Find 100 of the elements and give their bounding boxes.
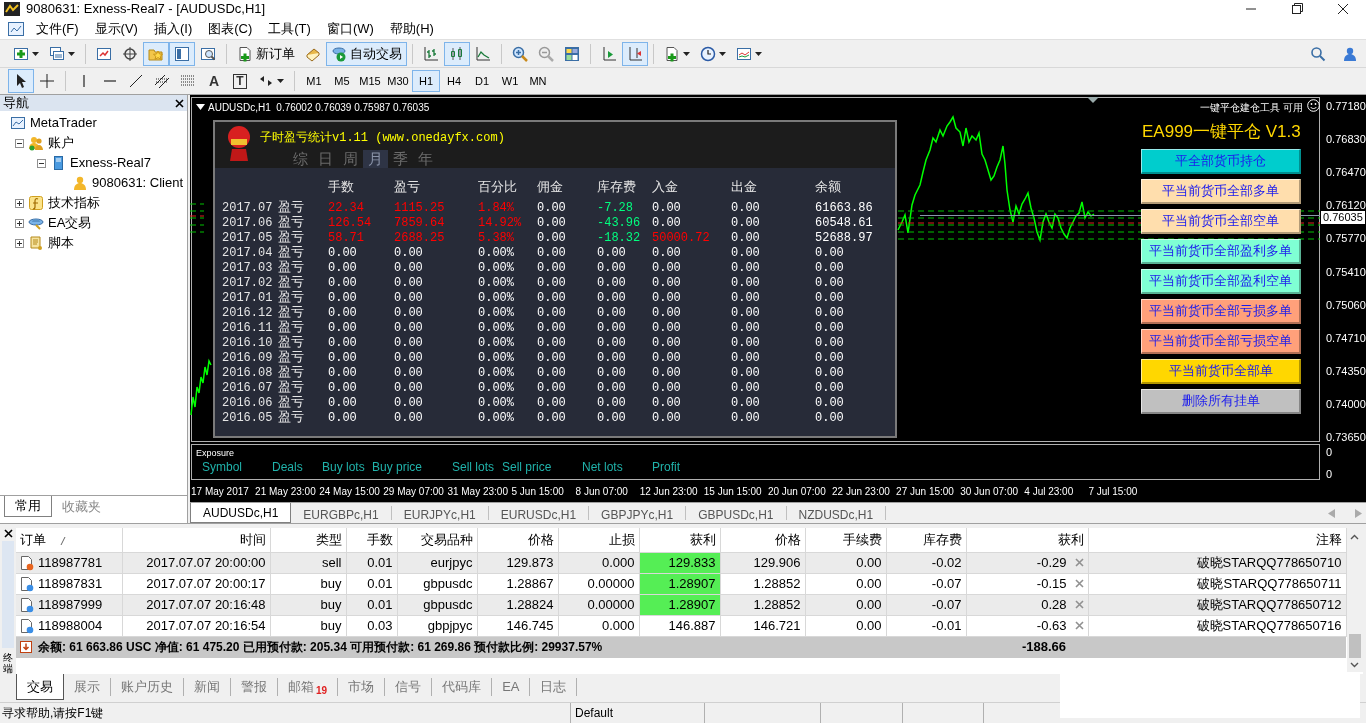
action-button[interactable]: 平当前货币全部亏损空单 xyxy=(1141,329,1301,354)
chart-tab[interactable]: EURUSDc,H1 xyxy=(488,506,590,520)
panel-tab[interactable]: 常用 xyxy=(4,496,52,517)
panel-tab[interactable]: 收藏夹 xyxy=(52,496,111,517)
table-row[interactable]: 118987831 2017.07.07 20:00:17 buy 0.01 gbpusdc 1.28867 0.00000 1.28907 1.28852 0.00 -0.07 -0.15 破晓STARQQ778650711 xyxy=(16,573,1346,594)
chart-tab[interactable]: EURGBPc,H1 xyxy=(291,506,392,520)
collapse-icon[interactable] xyxy=(15,138,24,148)
table-cell-text: 0.00% xyxy=(478,349,514,367)
time-label: 30 Jun 07:00 xyxy=(960,485,1018,499)
tree-item[interactable]: 账户 xyxy=(48,133,74,153)
menu-item[interactable]: 工具(T) xyxy=(260,18,319,39)
column-header[interactable]: 止损 xyxy=(558,528,639,552)
table-row[interactable]: 118987999 2017.07.07 20:16:48 buy 0.01 gbpusdc 1.28824 0.00000 1.28907 1.28852 0.00 -0.07 0.28 破晓STARQQ778650712 xyxy=(16,594,1346,615)
search-icon[interactable] xyxy=(1310,45,1326,62)
column-header[interactable]: 手续费 xyxy=(805,528,886,552)
cursor-button[interactable] xyxy=(8,69,34,93)
menu-item[interactable]: 图表(C) xyxy=(200,18,261,39)
table-cell-text: 0.00 xyxy=(815,379,844,397)
chart-tab[interactable]: NZDUSDc,H1 xyxy=(786,506,887,520)
panel-tab[interactable]: 日志 xyxy=(530,678,578,696)
chart-tab[interactable]: AUDUSDc,H1 xyxy=(190,503,292,523)
action-button[interactable]: 平当前货币全部盈利多单 xyxy=(1141,239,1301,264)
scroll-up-icon[interactable] xyxy=(1350,534,1359,540)
scroll-down-icon[interactable] xyxy=(1350,662,1359,668)
action-button[interactable]: 平当前货币全部单 xyxy=(1141,359,1301,384)
panel-tab[interactable]: 市场 xyxy=(338,678,386,696)
chart-tab[interactable]: EURJPYc,H1 xyxy=(391,506,489,520)
column-header[interactable]: 价格 xyxy=(720,528,805,552)
chart-window-icon[interactable] xyxy=(8,21,24,36)
close-icon[interactable] xyxy=(175,98,184,108)
chart-shift-button[interactable] xyxy=(622,41,648,66)
column-header[interactable]: 交易品种 xyxy=(397,528,477,552)
column-header[interactable]: 手数 xyxy=(346,528,397,552)
column-header[interactable]: 注释 xyxy=(1088,528,1346,552)
expand-icon[interactable] xyxy=(15,238,24,248)
panel-tab[interactable]: 交易 xyxy=(16,674,64,700)
chart-tab[interactable]: GBPJPYc,H1 xyxy=(589,506,687,520)
tree-item[interactable]: 技术指标 xyxy=(48,193,100,213)
table-row[interactable]: 118988004 2017.07.07 20:16:54 buy 0.03 gbpjpyc 146.745 0.000 146.887 146.721 0.00 -0.01 -0.63 破晓STARQQ778650716 xyxy=(16,615,1346,636)
menu-item[interactable]: 插入(I) xyxy=(145,18,201,39)
period-label: 2016.10 xyxy=(222,334,273,352)
tree-item[interactable]: EA交易 xyxy=(48,213,92,233)
action-button[interactable]: 平当前货币全部多单 xyxy=(1141,179,1301,204)
tree-item[interactable]: Exness-Real7 xyxy=(70,153,151,173)
action-button[interactable]: 平当前货币全部盈利空单 xyxy=(1141,269,1301,294)
table-cell-text: 0.00 xyxy=(597,334,626,352)
panel-tab[interactable]: 代码库 xyxy=(432,678,493,696)
timeframe-button[interactable]: H1 xyxy=(412,70,440,92)
timeframe-button[interactable]: MN xyxy=(524,70,552,92)
auto-trading-button[interactable]: 自动交易 xyxy=(326,41,407,66)
column-header[interactable]: 价格 xyxy=(477,528,558,552)
arrow-down-icon[interactable] xyxy=(20,641,32,653)
expand-icon[interactable] xyxy=(15,198,24,208)
column-header: Sell price xyxy=(502,459,552,476)
period-label: 2016.06 xyxy=(222,394,273,412)
column-header[interactable]: 订单 xyxy=(16,528,122,552)
column-header[interactable]: 获利 xyxy=(966,528,1088,552)
period-tab[interactable]: 月 xyxy=(363,150,388,168)
person-icon[interactable] xyxy=(1342,45,1358,62)
timeframe-button[interactable]: H4 xyxy=(440,70,468,92)
panel-tab[interactable]: 账户历史 xyxy=(111,678,184,696)
timeframe-button[interactable]: M1 xyxy=(300,70,328,92)
text-button[interactable]: A xyxy=(201,69,227,93)
timeframe-button[interactable]: D1 xyxy=(468,70,496,92)
text-label-button[interactable]: T xyxy=(227,69,253,93)
collapse-icon[interactable] xyxy=(37,158,46,168)
column-header[interactable]: 库存费 xyxy=(886,528,966,552)
dropdown-icon[interactable] xyxy=(196,104,205,110)
close-icon[interactable] xyxy=(3,529,13,538)
tree-item[interactable]: 9080631: Client xyxy=(92,173,184,193)
tree-item[interactable]: MetaTrader xyxy=(30,113,97,133)
expand-icon[interactable] xyxy=(15,218,24,228)
candlestick-button[interactable] xyxy=(444,41,470,66)
chart-tab[interactable]: GBPUSDc,H1 xyxy=(686,506,787,520)
action-button[interactable]: 平当前货币全部空单 xyxy=(1141,209,1301,234)
timeframe-button[interactable]: W1 xyxy=(496,70,524,92)
column-header[interactable]: 获利 xyxy=(639,528,720,552)
panel-tab[interactable]: 警报 xyxy=(231,678,278,696)
table-cell: -0.07 xyxy=(886,573,966,594)
timeframe-button[interactable]: M5 xyxy=(328,70,356,92)
terminal-button[interactable] xyxy=(169,41,195,66)
action-button[interactable]: 平当前货币全部亏损多单 xyxy=(1141,299,1301,324)
scrollbar-thumb[interactable] xyxy=(1348,634,1361,658)
menu-item[interactable]: 显示(V) xyxy=(86,18,146,39)
panel-tab[interactable]: 新闻 xyxy=(184,678,231,696)
timeframe-button[interactable]: M15 xyxy=(356,70,384,92)
timeframe-button[interactable]: M30 xyxy=(384,70,412,92)
new-order-button[interactable]: 新订单 xyxy=(232,41,300,66)
panel-tab[interactable]: 展示 xyxy=(64,678,111,696)
menu-item[interactable]: 文件(F) xyxy=(28,18,87,39)
menu-item[interactable]: 窗口(W) xyxy=(318,18,382,39)
panel-tab[interactable]: 信号 xyxy=(385,678,433,696)
action-button[interactable]: 删除所有挂单 xyxy=(1141,389,1301,414)
column-header[interactable]: 类型 xyxy=(270,528,346,552)
table-row[interactable]: 118987781 2017.07.07 20:00:00 sell 0.01 eurjpyc 129.873 0.000 129.833 129.906 0.00 -0.02 -0.29 破晓STARQQ778650710 xyxy=(16,552,1346,573)
panel-tab[interactable]: EA xyxy=(492,678,531,696)
action-button[interactable]: 平全部货币持仓 xyxy=(1141,149,1301,174)
menu-item[interactable]: 帮助(H) xyxy=(381,18,442,39)
column-header[interactable]: 时间 xyxy=(122,528,270,552)
tree-item[interactable]: 脚本 xyxy=(48,233,74,253)
